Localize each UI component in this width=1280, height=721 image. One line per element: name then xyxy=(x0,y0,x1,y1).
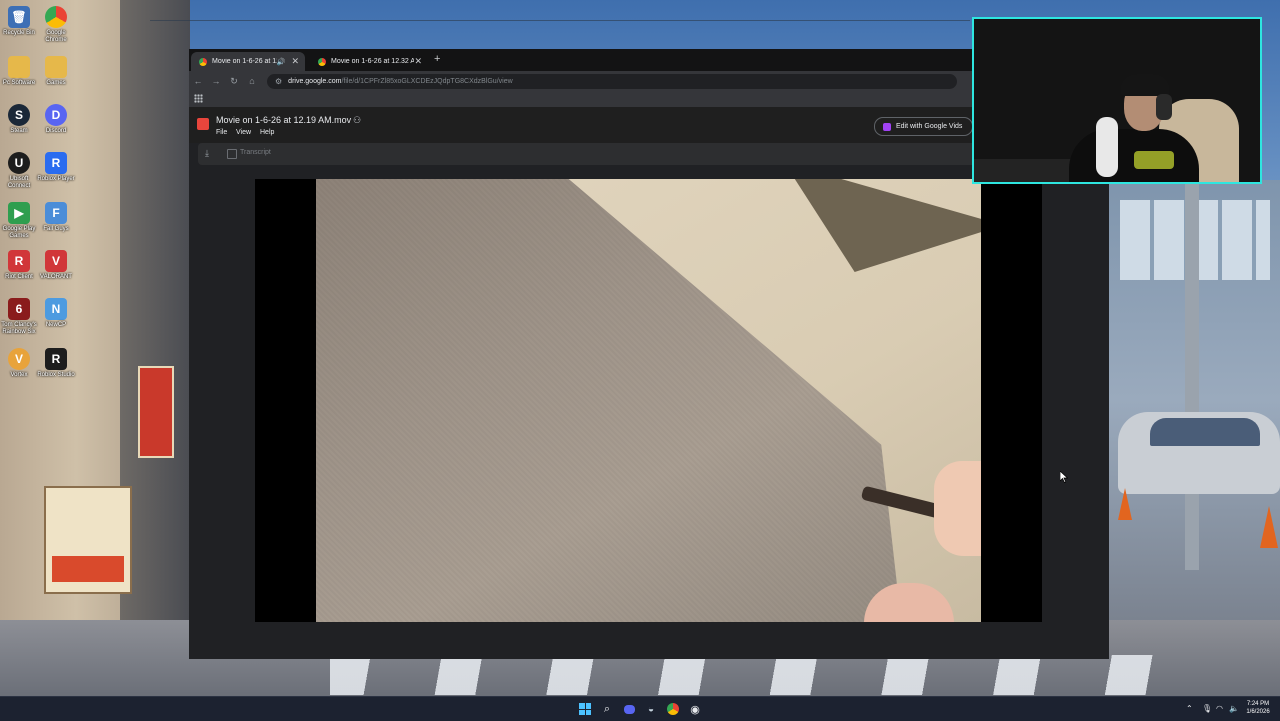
discord-taskbar-icon[interactable] xyxy=(621,701,637,717)
chrome-window: Movie on 1-6-26 at 12.19 A 🔊 ✕ Movie on … xyxy=(189,49,1109,659)
webcam-person-hair xyxy=(1120,74,1170,96)
roblox-icon: R xyxy=(45,152,67,174)
webcam-shirt-print xyxy=(1134,151,1174,169)
play-games-icon: ▶ xyxy=(8,202,30,224)
address-bar[interactable]: ⚙ drive.google.com/file/d/1CPFrZl85xoGLX… xyxy=(267,73,957,89)
chrome-shortcut[interactable]: Google Chrome xyxy=(37,6,75,44)
recycle-bin-shortcut[interactable]: 🗑 Recycle Bin xyxy=(0,6,38,37)
recycle-bin-icon: 🗑 xyxy=(8,6,30,28)
rainbow-six-icon: 6 xyxy=(8,298,30,320)
newcp-shortcut[interactable]: N NewCP xyxy=(37,298,75,329)
windows-taskbar: ⌕ ◒ ◉ ⌃ 🎙 ◠ 🔈 7:24 PM 1/6/2026 xyxy=(0,696,1280,721)
download-icon[interactable]: ⤓ xyxy=(205,148,209,159)
tab-strip: Movie on 1-6-26 at 12.19 A 🔊 ✕ Movie on … xyxy=(189,49,1109,71)
search-icon[interactable]: ⌕ xyxy=(599,701,615,717)
fall-guys-icon: F xyxy=(45,202,67,224)
windows-logo-icon xyxy=(579,703,591,715)
file-action-bar: ⤓ Transcript xyxy=(198,143,1098,165)
google-vids-icon xyxy=(883,122,891,131)
transcript-icon xyxy=(227,149,237,159)
drive-favicon-icon xyxy=(199,57,207,66)
microphone-icon[interactable]: 🎙 xyxy=(1202,704,1212,713)
chrome-icon xyxy=(45,6,67,28)
file-title: Movie on 1-6-26 at 12.19 AM.mov xyxy=(216,115,352,125)
browser-toolbar: ← → ↻ ⌂ ⚙ drive.google.com/file/d/1CPFrZ… xyxy=(189,71,1109,91)
obs-taskbar-icon[interactable]: ◉ xyxy=(687,701,703,717)
newcp-icon: N xyxy=(45,298,67,320)
new-tab-button[interactable]: + xyxy=(434,53,440,65)
clock-time: 7:24 PM xyxy=(1246,701,1270,707)
rainbow-six-shortcut[interactable]: 6 Tom Clancy's Rainbow Six xyxy=(0,298,38,336)
pc-software-folder[interactable]: Pc Software xyxy=(0,56,38,87)
video-frame[interactable] xyxy=(316,179,981,622)
drive-favicon-icon xyxy=(318,57,326,66)
vortex-shortcut[interactable]: V Vortex xyxy=(0,348,38,379)
folder-icon xyxy=(8,56,30,78)
back-arrow-icon[interactable]: ← xyxy=(189,76,207,86)
steam-icon: S xyxy=(8,104,30,126)
video-file-icon xyxy=(197,118,209,130)
wallpaper-poster xyxy=(44,486,132,594)
menu-file[interactable]: File xyxy=(216,129,227,136)
valorant-shortcut[interactable]: V VALORANT xyxy=(37,250,75,281)
close-tab-icon[interactable]: ✕ xyxy=(414,56,422,67)
system-clock[interactable]: 7:24 PM 1/6/2026 xyxy=(1238,700,1278,716)
games-folder[interactable]: Games xyxy=(37,56,75,87)
close-tab-icon[interactable]: ✕ xyxy=(291,56,299,67)
steam-shortcut[interactable]: S Steam xyxy=(0,104,38,135)
video-player[interactable] xyxy=(255,179,1042,622)
wifi-icon[interactable]: ◠ xyxy=(1216,704,1223,713)
reload-icon[interactable]: ↻ xyxy=(225,76,243,87)
tab-movie-1232[interactable]: Movie on 1-6-26 at 12.32 AM.n ✕ xyxy=(310,52,428,71)
forward-arrow-icon[interactable]: → xyxy=(207,76,225,86)
transcript-button[interactable]: Transcript xyxy=(240,149,271,156)
roblox-player-shortcut[interactable]: R Roblox Player xyxy=(37,152,75,183)
folder-icon xyxy=(45,56,67,78)
wallpaper-red-sign xyxy=(138,366,174,458)
wallpaper-car-window xyxy=(1150,418,1260,446)
discord-icon: D xyxy=(45,104,67,126)
discord-shortcut[interactable]: D Discord xyxy=(37,104,75,135)
wallpaper-crosswalk xyxy=(330,655,1170,695)
bookmarks-bar xyxy=(189,91,1109,107)
shared-users-icon[interactable]: ⚇ xyxy=(353,115,361,126)
drive-file-header: Movie on 1-6-26 at 12.19 AM.mov ⚇ File V… xyxy=(189,107,1109,143)
steam-taskbar-icon[interactable]: ◒ xyxy=(643,701,659,717)
start-button[interactable] xyxy=(577,701,593,717)
roblox-studio-icon: R xyxy=(45,348,67,370)
ubisoft-connect-shortcut[interactable]: U Ubisoft Connect xyxy=(0,152,38,190)
speaker-icon[interactable]: 🔊 xyxy=(277,58,286,66)
ubisoft-icon: U xyxy=(8,152,30,174)
riot-icon: R xyxy=(8,250,30,272)
home-icon[interactable]: ⌂ xyxy=(243,76,261,86)
roblox-studio-shortcut[interactable]: R Roblox Studio xyxy=(37,348,75,379)
video-viewer xyxy=(189,165,1109,659)
webcam-headset xyxy=(1156,94,1172,120)
menu-help[interactable]: Help xyxy=(260,129,274,136)
chrome-taskbar-icon[interactable] xyxy=(665,701,681,717)
tab-movie-1219[interactable]: Movie on 1-6-26 at 12.19 A 🔊 ✕ xyxy=(191,52,305,71)
apps-grid-icon[interactable] xyxy=(194,94,203,103)
wallpaper-wire xyxy=(150,20,970,21)
menu-view[interactable]: View xyxy=(236,129,251,136)
site-info-icon[interactable]: ⚙ xyxy=(275,77,282,86)
edit-with-google-vids-button[interactable]: Edit with Google Vids xyxy=(874,117,974,136)
wallpaper-cone xyxy=(1118,488,1132,520)
wallpaper-pole xyxy=(1185,180,1199,570)
google-play-games-shortcut[interactable]: ▶ Google Play Games xyxy=(0,202,38,240)
webcam-overlay xyxy=(972,17,1262,184)
video-hand xyxy=(934,461,981,556)
riot-client-shortcut[interactable]: R Riot Client xyxy=(0,250,38,281)
clock-date: 1/6/2026 xyxy=(1246,709,1270,715)
vortex-icon: V xyxy=(8,348,30,370)
fall-guys-shortcut[interactable]: F Fall Guys xyxy=(37,202,75,233)
tray-chevron-icon[interactable]: ⌃ xyxy=(1186,704,1193,713)
wallpaper-cone xyxy=(1260,506,1278,548)
valorant-icon: V xyxy=(45,250,67,272)
webcam-microphone xyxy=(1096,117,1118,177)
